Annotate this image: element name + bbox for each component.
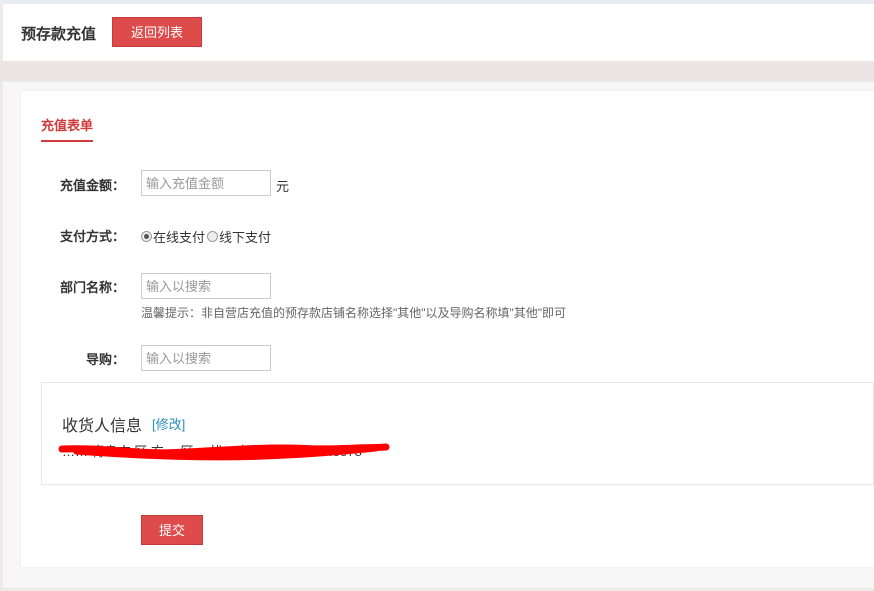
payment-online-option[interactable]: 在线支付 bbox=[141, 227, 205, 246]
department-label: 部门名称： bbox=[59, 280, 125, 295]
back-to-list-button[interactable]: 返回列表 bbox=[112, 17, 202, 47]
form-panel: 充值表单 充值金额： 元 支付方式： 在线支付 线下支付 部门名称： 温馨提示：… bbox=[3, 82, 874, 588]
payment-label: 支付方式： bbox=[59, 229, 125, 244]
submit-button[interactable]: 提交 bbox=[141, 515, 203, 545]
guide-label: 导购： bbox=[85, 352, 125, 367]
receiver-edit-link[interactable]: [修改] bbox=[152, 414, 185, 433]
offline-radio[interactable] bbox=[207, 231, 219, 242]
online-label: 在线支付 bbox=[153, 230, 206, 245]
department-hint: 温馨提示：非自营店充值的预存款店铺名称选择"其他"以及导购名称填"其他"即可 bbox=[141, 306, 567, 320]
amount-input[interactable] bbox=[141, 170, 271, 196]
department-search-input[interactable] bbox=[141, 273, 271, 299]
amount-unit: 元 bbox=[276, 179, 290, 194]
receiver-title: 收货人信息 bbox=[62, 418, 143, 435]
payment-offline-option[interactable]: 线下支付 bbox=[207, 227, 271, 246]
offline-label: 线下支付 bbox=[219, 230, 272, 245]
amount-label: 充值金额： bbox=[59, 178, 125, 193]
section-title: 充值表单 bbox=[41, 115, 93, 142]
section-gap bbox=[0, 61, 874, 81]
redaction-scribble bbox=[58, 443, 390, 461]
top-strip bbox=[0, 0, 874, 3]
page-header: 预存款充值 返回列表 bbox=[3, 4, 874, 61]
guide-search-input[interactable] bbox=[141, 345, 271, 371]
form-card: 充值表单 充值金额： 元 支付方式： 在线支付 线下支付 部门名称： 温馨提示：… bbox=[21, 91, 874, 567]
payment-options: 在线支付 线下支付 bbox=[141, 227, 271, 246]
page-title: 预存款充值 bbox=[21, 26, 97, 43]
receiver-info-box: 收货人信息 [修改] …… 青岛市 区 方… 区… 忧…大龙 邵 1770294… bbox=[41, 382, 874, 485]
online-radio[interactable] bbox=[141, 231, 152, 242]
